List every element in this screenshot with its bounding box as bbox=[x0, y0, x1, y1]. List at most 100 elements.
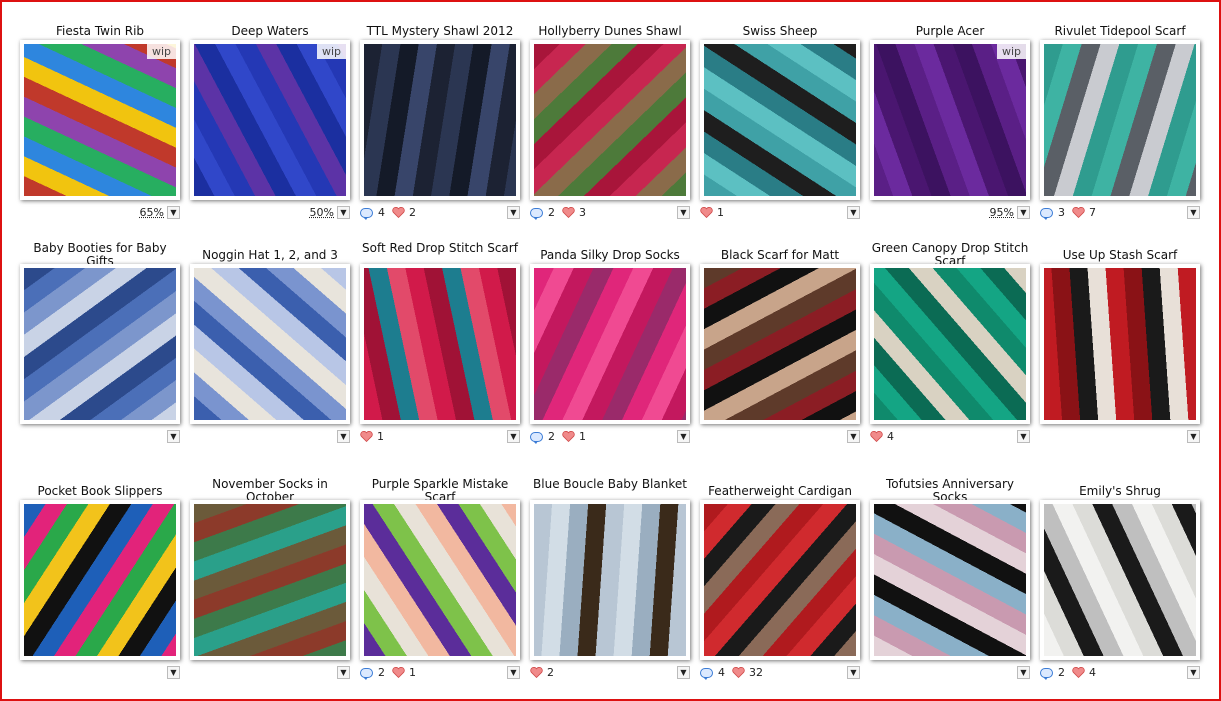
project-photo[interactable] bbox=[700, 40, 860, 200]
project-photo[interactable] bbox=[530, 500, 690, 660]
project-menu-button[interactable]: ▼ bbox=[167, 430, 180, 443]
project-photo[interactable]: wip bbox=[20, 40, 180, 200]
project-meta: 2 4 ▼ bbox=[1040, 666, 1200, 680]
project-meta: 3 7 ▼ bbox=[1040, 206, 1200, 220]
project-menu-button[interactable]: ▼ bbox=[677, 666, 690, 679]
favorite-count[interactable]: 4 bbox=[1089, 666, 1096, 679]
project-photo[interactable] bbox=[20, 264, 180, 424]
project-stats: 2 bbox=[530, 666, 558, 679]
favorite-count[interactable]: 7 bbox=[1089, 206, 1096, 219]
comment-count[interactable]: 4 bbox=[378, 206, 385, 219]
project-photo[interactable] bbox=[870, 500, 1030, 660]
project-title[interactable]: Black Scarf for Matt bbox=[700, 249, 860, 262]
project-meta: 2 3 ▼ bbox=[530, 206, 690, 220]
favorite-count[interactable]: 3 bbox=[579, 206, 586, 219]
project-menu-button[interactable]: ▼ bbox=[507, 206, 520, 219]
comment-count[interactable]: 4 bbox=[718, 666, 725, 679]
project-menu-button[interactable]: ▼ bbox=[677, 206, 690, 219]
comment-count[interactable]: 2 bbox=[548, 206, 555, 219]
project-photo[interactable] bbox=[1040, 264, 1200, 424]
project-menu-button[interactable]: ▼ bbox=[677, 430, 690, 443]
favorite-count[interactable]: 1 bbox=[409, 666, 416, 679]
favorite-count[interactable]: 32 bbox=[749, 666, 763, 679]
project-meta: 2 1 ▼ bbox=[530, 430, 690, 444]
project-menu-button[interactable]: ▼ bbox=[1017, 666, 1030, 679]
project-title[interactable]: Blue Boucle Baby Blanket bbox=[530, 478, 690, 491]
project-title[interactable]: Fiesta Twin Rib bbox=[20, 25, 180, 38]
project-photo[interactable]: wip bbox=[870, 40, 1030, 200]
project-menu-button[interactable]: ▼ bbox=[1187, 430, 1200, 443]
project-menu-button[interactable]: ▼ bbox=[1017, 206, 1030, 219]
project-photo[interactable] bbox=[530, 40, 690, 200]
favorite-count[interactable]: 1 bbox=[579, 430, 586, 443]
project-stats: 23 bbox=[530, 206, 590, 220]
project-photo[interactable] bbox=[870, 264, 1030, 424]
heart-icon bbox=[392, 207, 405, 218]
project-menu-button[interactable]: ▼ bbox=[337, 430, 350, 443]
project-menu-button[interactable]: ▼ bbox=[507, 666, 520, 679]
project-meta: ▼ bbox=[190, 666, 350, 680]
comment-icon bbox=[530, 207, 543, 220]
wip-badge: wip bbox=[996, 44, 1026, 59]
project-title[interactable]: Panda Silky Drop Socks bbox=[530, 249, 690, 262]
project-title[interactable]: Deep Waters bbox=[190, 25, 350, 38]
project-menu-button[interactable]: ▼ bbox=[847, 206, 860, 219]
favorite-count[interactable]: 2 bbox=[409, 206, 416, 219]
project-photo[interactable] bbox=[700, 264, 860, 424]
project-meta: ▼ bbox=[190, 430, 350, 444]
progress-value[interactable]: 65% bbox=[140, 206, 164, 219]
comment-icon bbox=[360, 207, 373, 220]
project-title[interactable]: Swiss Sheep bbox=[700, 25, 860, 38]
heart-icon bbox=[392, 667, 405, 678]
project-menu-button[interactable]: ▼ bbox=[337, 206, 350, 219]
project-photo[interactable]: wip bbox=[190, 40, 350, 200]
project-menu-button[interactable]: ▼ bbox=[1017, 430, 1030, 443]
project-title[interactable]: Noggin Hat 1, 2, and 3 bbox=[190, 249, 350, 262]
project-photo[interactable] bbox=[700, 500, 860, 660]
project-meta: 50% ▼ bbox=[190, 206, 350, 220]
project-photo[interactable] bbox=[530, 264, 690, 424]
progress-value[interactable]: 50% bbox=[310, 206, 334, 219]
project-title[interactable]: TTL Mystery Shawl 2012 bbox=[360, 25, 520, 38]
project-photo[interactable] bbox=[190, 500, 350, 660]
project-photo[interactable] bbox=[360, 264, 520, 424]
project-photo[interactable] bbox=[1040, 40, 1200, 200]
favorite-count[interactable]: 1 bbox=[377, 430, 384, 443]
favorite-count[interactable]: 1 bbox=[717, 206, 724, 219]
project-meta: ▼ bbox=[1040, 430, 1200, 444]
project-menu-button[interactable]: ▼ bbox=[167, 206, 180, 219]
project-meta: ▼ bbox=[700, 430, 860, 444]
project-menu-button[interactable]: ▼ bbox=[167, 666, 180, 679]
project-photo[interactable] bbox=[20, 500, 180, 660]
comment-count[interactable]: 2 bbox=[378, 666, 385, 679]
project-title[interactable]: Purple Acer bbox=[870, 25, 1030, 38]
project-title[interactable]: Soft Red Drop Stitch Scarf bbox=[360, 242, 520, 255]
comment-count[interactable]: 3 bbox=[1058, 206, 1065, 219]
project-title[interactable]: Pocket Book Slippers bbox=[20, 485, 180, 498]
project-menu-button[interactable]: ▼ bbox=[337, 666, 350, 679]
project-meta: 95% ▼ bbox=[870, 206, 1030, 220]
project-photo[interactable] bbox=[360, 500, 520, 660]
project-meta: 4 32 ▼ bbox=[700, 666, 860, 680]
project-title[interactable]: Rivulet Tidepool Scarf bbox=[1040, 25, 1200, 38]
favorite-count[interactable]: 4 bbox=[887, 430, 894, 443]
project-menu-button[interactable]: ▼ bbox=[1187, 206, 1200, 219]
project-photo[interactable] bbox=[1040, 500, 1200, 660]
project-title[interactable]: Emily's Shrug bbox=[1040, 485, 1200, 498]
project-menu-button[interactable]: ▼ bbox=[847, 430, 860, 443]
project-stats: 37 bbox=[1040, 206, 1100, 220]
favorite-count[interactable]: 2 bbox=[547, 666, 554, 679]
progress-value[interactable]: 95% bbox=[990, 206, 1014, 219]
comment-count[interactable]: 2 bbox=[1058, 666, 1065, 679]
project-title[interactable]: Featherweight Cardigan bbox=[700, 485, 860, 498]
project-menu-button[interactable]: ▼ bbox=[847, 666, 860, 679]
project-photo[interactable] bbox=[360, 40, 520, 200]
project-meta: 4 2 ▼ bbox=[360, 206, 520, 220]
project-photo[interactable] bbox=[190, 264, 350, 424]
project-stats: 4 bbox=[870, 430, 898, 443]
project-menu-button[interactable]: ▼ bbox=[507, 430, 520, 443]
comment-count[interactable]: 2 bbox=[548, 430, 555, 443]
project-menu-button[interactable]: ▼ bbox=[1187, 666, 1200, 679]
project-title[interactable]: Use Up Stash Scarf bbox=[1040, 249, 1200, 262]
project-title[interactable]: Hollyberry Dunes Shawl bbox=[530, 25, 690, 38]
